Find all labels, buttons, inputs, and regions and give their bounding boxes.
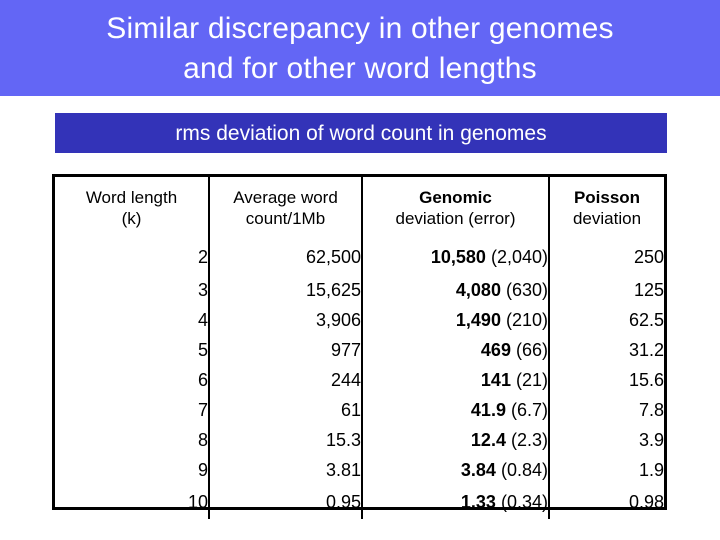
cell-word-length: 2 [197,246,208,267]
table-row: 5 977 469 (66) 31.2 [55,335,664,365]
table-row: 7 61 41.9 (6.7) 7.8 [55,395,664,425]
genomic-deviation-value: 1,490 [455,309,501,330]
cell-genomic-deviation: 141 (21) [361,365,549,395]
column-header-genomic-deviation-bold: Genomic [419,188,492,207]
cell-word-length: 5 [197,339,208,360]
genomic-deviation-error: (0.34) [500,491,548,512]
table-row: 2 62,500 10,580 (2,040) 250 [55,239,664,275]
cell-genomic-deviation: 10,580 (2,040) [361,239,549,275]
cell-word-length: 3 [197,279,208,300]
cell-word-length: 9 [197,459,208,480]
genomic-deviation-value: 10,580 [430,246,486,267]
cell-genomic-deviation: 1,490 (210) [361,305,549,335]
subtitle-text: rms deviation of word count in genomes [175,121,547,145]
slide-title-line-2: and for other word lengths [183,52,537,85]
cell-average-word-count: 61 [208,395,362,425]
table-row: 9 3.81 3.84 (0.84) 1.9 [55,455,664,485]
genomic-deviation-error: (66) [515,339,548,360]
cell-word-length: 6 [197,369,208,390]
cell-genomic-deviation: 41.9 (6.7) [361,395,549,425]
table-row: 6 244 141 (21) 15.6 [55,365,664,395]
genomic-deviation-value: 469 [480,339,511,360]
column-header-genomic-deviation-line2: deviation (error) [395,209,516,228]
slide-title-line-1: Similar discrepancy in other genomes [106,12,614,45]
column-header-poisson-deviation: Poisson deviation [548,177,664,239]
genomic-deviation-value: 3.84 [460,459,496,480]
table-row: 10 0.95 1.33 (0.34) 0.98 [55,485,664,519]
table-row: 3 15,625 4,080 (630) 125 [55,275,664,305]
cell-word-length: 8 [197,429,208,450]
cell-word-length: 4 [197,309,208,330]
genomic-deviation-error: (0.84) [500,459,548,480]
genomic-deviation-value: 41.9 [470,399,506,420]
genomic-deviation-error: (2,040) [490,246,548,267]
column-header-average-word-count: Average word count/1Mb [208,177,362,239]
cell-average-word-count: 3,906 [208,305,362,335]
cell-genomic-deviation: 4,080 (630) [361,275,549,305]
genomic-deviation-error: (6.7) [510,399,548,420]
genomic-deviation-value: 1.33 [460,491,496,512]
column-header-word-length-line2: (k) [121,209,142,228]
genomic-deviation-value: 12.4 [470,429,506,450]
genomic-deviation-error: (630) [505,279,548,300]
genomic-deviation-error: (2.3) [510,429,548,450]
table-body: 2 62,500 10,580 (2,040) 250 3 15,625 4,080 (63… [55,239,664,519]
table-header-row: Word length (k) Average word count/1Mb G… [55,177,664,239]
cell-average-word-count: 62,500 [208,239,362,275]
genomic-deviation-value: 4,080 [455,279,501,300]
genomic-deviation-error: (210) [505,309,548,330]
cell-poisson-deviation: 31.2 [548,335,664,365]
cell-average-word-count: 244 [208,365,362,395]
cell-genomic-deviation: 469 (66) [361,335,549,365]
cell-poisson-deviation: 0.98 [548,485,664,519]
cell-poisson-deviation: 250 [548,239,664,275]
cell-poisson-deviation: 3.9 [548,425,664,455]
cell-average-word-count: 0.95 [208,485,362,519]
title-banner: Similar discrepancy in other genomes and… [0,0,720,96]
column-header-genomic-deviation: Genomic deviation (error) [361,177,549,239]
cell-average-word-count: 3.81 [208,455,362,485]
cell-poisson-deviation: 62.5 [548,305,664,335]
column-header-word-length: Word length (k) [55,177,209,239]
column-header-poisson-deviation-line2: deviation [572,209,642,228]
cell-average-word-count: 977 [208,335,362,365]
column-header-average-word-count-line2: count/1Mb [245,209,326,228]
rms-deviation-table: Word length (k) Average word count/1Mb G… [52,174,667,519]
column-header-poisson-deviation-bold: Poisson [573,188,641,207]
cell-genomic-deviation: 1.33 (0.34) [361,485,549,519]
column-header-word-length-line1: Word length [85,188,178,207]
cell-word-length: 7 [197,399,208,420]
cell-average-word-count: 15,625 [208,275,362,305]
cell-poisson-deviation: 1.9 [548,455,664,485]
table-row: 8 15.3 12.4 (2.3) 3.9 [55,425,664,455]
subtitle-bar: rms deviation of word count in genomes [55,113,667,153]
cell-average-word-count: 15.3 [208,425,362,455]
cell-word-length: 10 [187,491,208,512]
cell-poisson-deviation: 15.6 [548,365,664,395]
column-header-average-word-count-line1: Average word [233,188,338,207]
cell-genomic-deviation: 3.84 (0.84) [361,455,549,485]
cell-genomic-deviation: 12.4 (2.3) [361,425,549,455]
cell-poisson-deviation: 7.8 [548,395,664,425]
genomic-deviation-error: (21) [515,369,548,390]
cell-poisson-deviation: 125 [548,275,664,305]
table-row: 4 3,906 1,490 (210) 62.5 [55,305,664,335]
table-header: Word length (k) Average word count/1Mb G… [55,177,664,239]
genomic-deviation-value: 141 [480,369,511,390]
